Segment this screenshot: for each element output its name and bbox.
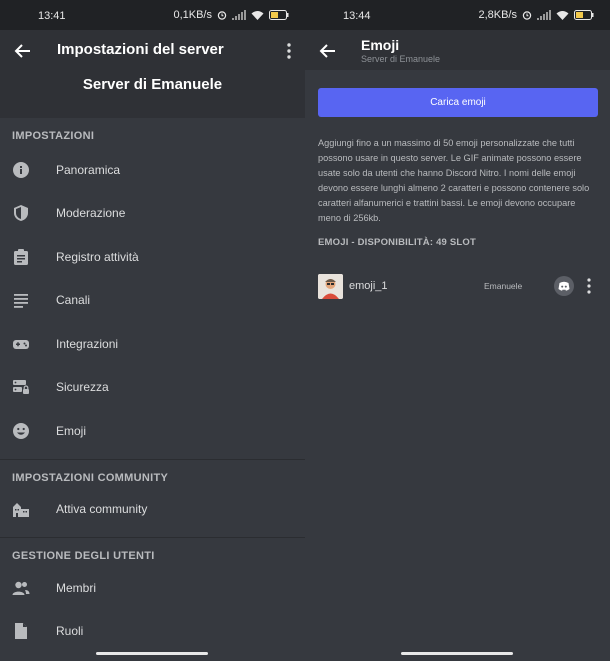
members-icon xyxy=(12,581,30,595)
wifi-icon xyxy=(556,11,569,20)
shield-icon xyxy=(14,205,28,222)
clipboard-icon xyxy=(14,248,28,265)
menu-item-integrazioni[interactable]: Integrazioni xyxy=(0,322,305,366)
menu-item-label: Attiva community xyxy=(56,502,148,517)
community-icon xyxy=(13,503,29,518)
page-title: Emoji xyxy=(361,37,400,53)
menu-item-label: Emoji xyxy=(56,423,87,438)
status-icons: 2,8KB/s xyxy=(478,9,594,21)
server-settings-screen: 13:41 0,1KB/s Impostazioni del server Se… xyxy=(0,0,305,661)
emoji-slots-title: EMOJI - DISPONIBILITÀ: 49 SLOT xyxy=(318,237,477,248)
back-arrow-icon[interactable] xyxy=(317,40,339,62)
page-subtitle: Server di Emanuele xyxy=(361,54,441,64)
home-indicator[interactable] xyxy=(96,652,208,655)
menu-item-label: Membri xyxy=(56,580,97,595)
menu-item-sicurezza[interactable]: Sicurezza xyxy=(0,366,305,410)
discord-logo-icon xyxy=(558,281,570,291)
wifi-icon xyxy=(251,11,264,20)
info-icon xyxy=(13,161,29,178)
status-bar: 13:44 2,8KB/s xyxy=(305,0,610,30)
signal-icon xyxy=(537,10,551,20)
menu-item-label: Canali xyxy=(56,293,91,308)
server-lock-icon xyxy=(13,380,29,395)
smiley-icon xyxy=(13,422,29,439)
menu-item-emoji[interactable]: Emoji xyxy=(0,409,305,453)
battery-icon xyxy=(269,10,289,20)
status-time: 13:44 xyxy=(343,10,371,22)
alarm-icon xyxy=(522,11,532,20)
emoji-list-item[interactable]: emoji_1 Emanuele xyxy=(305,272,610,300)
list-icon xyxy=(14,294,28,309)
status-bar: 13:41 0,1KB/s xyxy=(0,0,305,30)
menu-item-membri[interactable]: Membri xyxy=(0,566,305,610)
avatar xyxy=(554,276,574,296)
menu-item-panoramica[interactable]: Panoramica xyxy=(0,148,305,192)
menu-item-label: Registro attività xyxy=(56,249,139,264)
network-speed: 0,1KB/s xyxy=(173,9,212,21)
menu-item-label: Sicurezza xyxy=(56,380,109,395)
menu-item-label: Moderazione xyxy=(56,206,126,221)
signal-icon xyxy=(232,10,246,20)
more-options-icon[interactable] xyxy=(283,40,295,62)
upload-emoji-button[interactable]: Carica emoji xyxy=(318,88,598,117)
menu-item-ruoli[interactable]: Ruoli xyxy=(0,610,305,654)
emoji-uploader: Emanuele xyxy=(484,281,523,291)
network-speed: 2,8KB/s xyxy=(478,9,517,21)
alarm-icon xyxy=(217,11,227,20)
gamepad-icon xyxy=(13,339,29,349)
emoji-name: emoji_1 xyxy=(349,280,388,292)
menu-item-canali[interactable]: Canali xyxy=(0,279,305,323)
menu-item-label: Ruoli xyxy=(56,624,84,639)
menu-item-moderazione[interactable]: Moderazione xyxy=(0,192,305,236)
page-title: Impostazioni del server xyxy=(57,41,224,58)
more-options-icon[interactable] xyxy=(585,277,593,295)
status-icons: 0,1KB/s xyxy=(173,9,289,21)
menu-item-label: Panoramica xyxy=(56,162,121,177)
home-indicator[interactable] xyxy=(401,652,513,655)
battery-icon xyxy=(574,10,594,20)
back-arrow-icon[interactable] xyxy=(12,40,34,62)
server-name: Server di Emanuele xyxy=(82,76,223,93)
roles-icon xyxy=(15,623,27,640)
emoji-screen: 13:44 2,8KB/s Emoji Server di Emanuele C… xyxy=(305,0,610,661)
section-title-community: IMPOSTAZIONI COMMUNITY xyxy=(12,471,169,484)
emoji-thumbnail xyxy=(318,274,343,299)
section-title-settings: IMPOSTAZIONI xyxy=(12,130,95,142)
section-title-user-management: GESTIONE DEGLI UTENTI xyxy=(12,550,155,562)
menu-item-label: Integrazioni xyxy=(56,336,119,351)
emoji-description: Aggiungi fino a un massimo di 50 emoji p… xyxy=(318,138,590,223)
settings-header: Impostazioni del server Server di Emanue… xyxy=(0,30,305,118)
status-time: 13:41 xyxy=(38,10,66,22)
menu-item-registro-attivita[interactable]: Registro attività xyxy=(0,235,305,279)
emoji-header: Emoji Server di Emanuele xyxy=(305,30,610,70)
menu-item-attiva-community[interactable]: Attiva community xyxy=(0,488,305,532)
